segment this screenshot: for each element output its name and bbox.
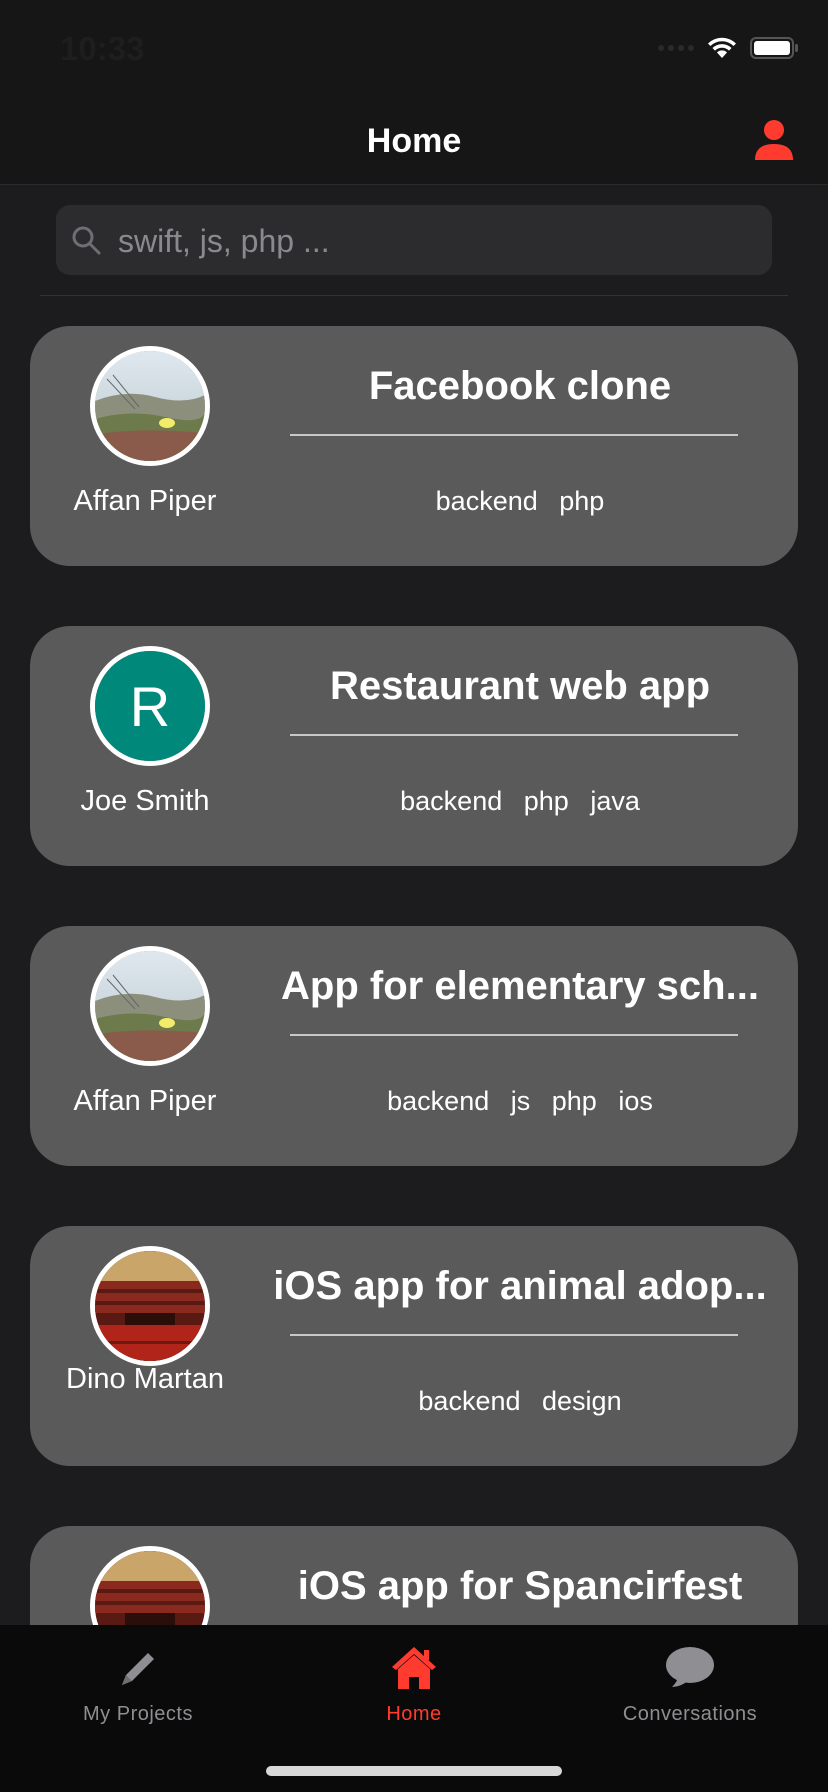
profile-button[interactable] [752, 118, 796, 162]
tab-label: My Projects [83, 1703, 193, 1725]
tag: backend [435, 486, 538, 516]
author-name: Affan Piper [73, 485, 217, 517]
chat-bubble-icon [666, 1647, 714, 1687]
search-section [0, 185, 828, 295]
landscape-photo [95, 951, 205, 1061]
divider [290, 434, 738, 436]
house-icon [392, 1647, 436, 1689]
tab-label: Conversations [622, 1703, 758, 1725]
project-card[interactable]: Dino Martan iOS app for animal adop... b… [30, 1226, 798, 1466]
tag: php [551, 1086, 597, 1116]
tag-list: backend php java [260, 786, 780, 817]
project-title: iOS app for Spancirfest [297, 1564, 743, 1608]
author-name: Dino Martan [66, 1363, 224, 1395]
cellular-signal-icon [658, 45, 694, 51]
project-title: Facebook clone [368, 364, 672, 408]
divider [290, 1334, 738, 1336]
avatar [90, 1246, 210, 1366]
wifi-icon [708, 37, 736, 58]
search-bar[interactable] [56, 205, 772, 277]
tab-label: Home [386, 1703, 442, 1725]
project-card[interactable]: iOS app for Spancirfest [30, 1526, 798, 1625]
author-name: Affan Piper [73, 1085, 217, 1117]
search-input[interactable] [116, 205, 760, 277]
person-icon [755, 120, 793, 160]
avatar: R [90, 646, 210, 766]
avatar [90, 346, 210, 466]
tag: design [542, 1386, 622, 1416]
divider [290, 734, 738, 736]
tag: java [590, 786, 640, 816]
navigation-bar: Home [0, 96, 828, 185]
tag-list: backend js php ios [260, 1086, 780, 1117]
landscape-photo [95, 351, 205, 461]
home-indicator [266, 1766, 562, 1776]
project-card[interactable]: Affan Piper Facebook clone backend php [30, 326, 798, 566]
project-feed[interactable]: Affan Piper Facebook clone backend php R… [0, 296, 828, 1625]
tag: backend [387, 1086, 490, 1116]
avatar [90, 1546, 210, 1625]
avatar-initial: R [95, 651, 205, 761]
tag: ios [618, 1086, 653, 1116]
tag-list: backend design [260, 1386, 780, 1417]
tab-my-projects[interactable]: My Projects [0, 1643, 276, 1726]
status-time: 10:33 [60, 30, 145, 67]
project-title: Restaurant web app [329, 664, 711, 708]
tag: php [559, 486, 605, 516]
project-card[interactable]: R Joe Smith Restaurant web app backend p… [30, 626, 798, 866]
avatar [90, 946, 210, 1066]
tag: js [510, 1086, 531, 1116]
project-title: iOS app for animal adop... [273, 1264, 767, 1308]
tab-conversations[interactable]: Conversations [552, 1643, 828, 1726]
search-icon [72, 226, 101, 255]
status-icons [658, 36, 800, 60]
tag: backend [400, 786, 503, 816]
battery-icon [750, 37, 798, 59]
tab-home[interactable]: Home [276, 1643, 552, 1726]
tag: backend [418, 1386, 521, 1416]
divider [290, 1034, 738, 1036]
project-title: App for elementary sch... [281, 964, 759, 1008]
pencil-icon [122, 1653, 154, 1685]
theater-photo [95, 1251, 205, 1361]
tag: php [523, 786, 569, 816]
project-card[interactable]: Affan Piper App for elementary sch... ba… [30, 926, 798, 1166]
theater-photo [95, 1551, 205, 1625]
author-name: Joe Smith [80, 785, 210, 817]
page-title: Home [366, 122, 462, 160]
tag-list: backend php [260, 486, 780, 517]
status-bar: 10:33 [0, 0, 828, 96]
